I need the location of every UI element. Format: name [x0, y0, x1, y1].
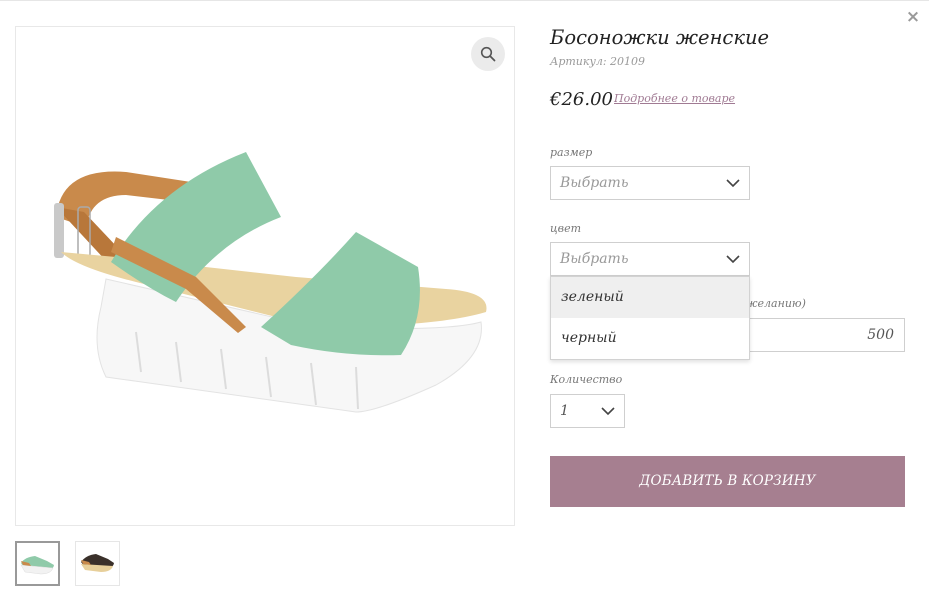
main-product-image	[15, 26, 515, 526]
color-label: цвет	[550, 222, 582, 235]
add-to-cart-button[interactable]: ДОБАВИТЬ В КОРЗИНУ	[550, 456, 905, 507]
modal-top-border	[0, 0, 929, 1]
size-select-value: Выбрать	[560, 175, 629, 191]
thumbnail-green[interactable]	[15, 541, 60, 586]
chevron-down-icon	[726, 255, 740, 264]
quantity-select[interactable]: 1	[550, 394, 625, 428]
sandal-image	[54, 152, 487, 413]
quantity-select-value: 1	[560, 403, 569, 419]
quantity-label: Количество	[550, 373, 623, 386]
product-price: €26.00	[550, 89, 613, 110]
color-dropdown-menu: зеленый черный	[550, 276, 750, 360]
color-select[interactable]: Выбрать	[550, 242, 750, 276]
zoom-button[interactable]	[471, 37, 505, 71]
color-option-black[interactable]: черный	[551, 318, 749, 359]
size-label: размер	[550, 146, 593, 159]
chevron-down-icon	[601, 407, 615, 416]
black-sandal-thumbnail	[81, 554, 114, 572]
amount-label: желанию)	[745, 297, 806, 310]
green-sandal-thumbnail	[20, 556, 54, 575]
chevron-down-icon	[726, 179, 740, 188]
color-option-green[interactable]: зеленый	[551, 277, 749, 318]
close-icon[interactable]: ×	[903, 7, 923, 27]
amount-input[interactable]	[748, 318, 905, 352]
product-details-link[interactable]: Подробнее о товаре	[614, 92, 735, 105]
size-select[interactable]: Выбрать	[550, 166, 750, 200]
product-sku: Артикул: 20109	[550, 55, 646, 68]
product-title: Босоножки женские	[550, 26, 770, 49]
color-select-value: Выбрать	[560, 251, 629, 267]
search-icon	[480, 46, 496, 62]
thumbnail-black[interactable]	[75, 541, 120, 586]
